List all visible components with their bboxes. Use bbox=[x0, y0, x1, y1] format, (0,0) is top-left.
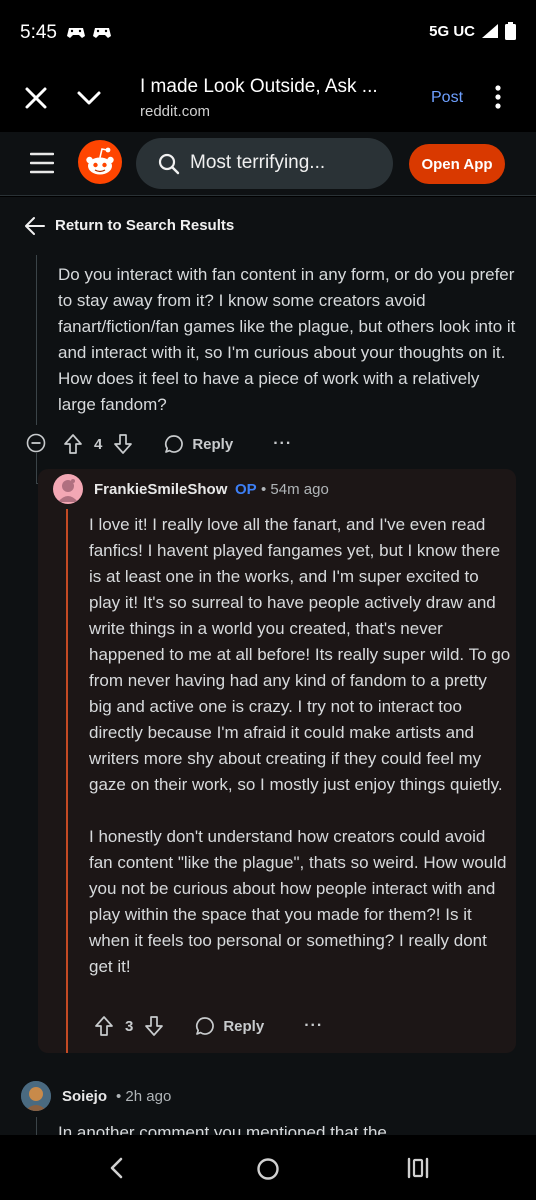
upvote-icon[interactable] bbox=[93, 1015, 115, 1037]
page-url: reddit.com bbox=[140, 103, 211, 120]
user-avatar-icon bbox=[58, 479, 78, 502]
reply-button[interactable]: Reply bbox=[195, 1016, 264, 1036]
search-query: Most terrifying... bbox=[190, 152, 326, 173]
op-thread-line bbox=[66, 509, 68, 1053]
system-recents-button[interactable] bbox=[406, 1157, 430, 1179]
comment-paragraph: I love it! I really love all the fanart,… bbox=[89, 515, 511, 794]
return-label: Return to Search Results bbox=[55, 217, 235, 234]
search-icon bbox=[158, 153, 180, 175]
home-circle-icon bbox=[257, 1158, 279, 1180]
system-navigation-bar bbox=[0, 1135, 536, 1200]
collapse-thread-button[interactable] bbox=[26, 433, 46, 453]
close-icon bbox=[25, 87, 47, 109]
comment-author[interactable]: Soiejo bbox=[62, 1088, 107, 1105]
op-comment-actions: 3 Reply ··· bbox=[93, 1012, 323, 1040]
comment-body: In another comment you mentioned that th… bbox=[58, 1123, 387, 1135]
reply-button[interactable]: Reply bbox=[164, 434, 233, 454]
notification-icons bbox=[66, 24, 112, 40]
network-label: 5G UC bbox=[429, 22, 475, 40]
reddit-snoo-icon bbox=[78, 140, 122, 184]
menu-icon bbox=[29, 152, 55, 174]
user-avatar-icon bbox=[21, 1081, 51, 1111]
vote-count: 4 bbox=[94, 435, 103, 453]
game-controller-icon bbox=[93, 28, 111, 38]
back-chevron-icon bbox=[110, 1157, 123, 1179]
more-vertical-icon bbox=[495, 85, 501, 109]
battery-icon bbox=[505, 22, 516, 40]
downvote-icon[interactable] bbox=[112, 433, 134, 455]
status-bar: 5:45 5G UC bbox=[0, 0, 536, 64]
close-button[interactable] bbox=[22, 84, 50, 112]
minimize-button[interactable] bbox=[74, 84, 104, 112]
recents-icon bbox=[407, 1157, 429, 1179]
browser-toolbar: I made Look Outside, Ask ... reddit.com … bbox=[0, 64, 536, 132]
op-comment-body: I love it! I really love all the fanart,… bbox=[89, 512, 511, 1006]
comment-bubble-icon bbox=[196, 1017, 215, 1035]
more-actions-button[interactable]: ··· bbox=[304, 1017, 323, 1035]
system-home-button[interactable] bbox=[256, 1157, 280, 1181]
comment-thread: Do you interact with fan content in any … bbox=[0, 255, 536, 1135]
reply-label: Reply bbox=[223, 1017, 265, 1035]
reddit-header: Most terrifying... Open App bbox=[0, 132, 536, 196]
thread-line bbox=[36, 255, 37, 425]
search-input[interactable]: Most terrifying... bbox=[136, 138, 393, 189]
more-options-button[interactable] bbox=[488, 82, 508, 112]
post-link[interactable]: Post bbox=[431, 89, 463, 107]
page-title: I made Look Outside, Ask ... bbox=[140, 76, 378, 97]
avatar[interactable] bbox=[21, 1081, 51, 1111]
comment-bubble-icon bbox=[165, 435, 184, 453]
reply-label: Reply bbox=[192, 435, 234, 453]
comment-timestamp: • 2h ago bbox=[116, 1088, 172, 1105]
thread-line bbox=[36, 453, 37, 483]
arrow-left-icon bbox=[25, 216, 45, 236]
signal-icon bbox=[482, 24, 498, 38]
thread-line bbox=[36, 1117, 37, 1135]
vote-count: 3 bbox=[125, 1017, 134, 1035]
parent-comment-body: Do you interact with fan content in any … bbox=[58, 265, 516, 414]
parent-comment-actions: 4 Reply ··· bbox=[62, 430, 292, 458]
status-indicators: 5G UC bbox=[429, 22, 516, 40]
system-back-button[interactable] bbox=[106, 1157, 128, 1179]
op-badge: OP bbox=[235, 481, 257, 498]
comment-timestamp: • 54m ago bbox=[261, 481, 329, 498]
downvote-icon[interactable] bbox=[143, 1015, 165, 1037]
comment-author[interactable]: FrankieSmileShow bbox=[94, 481, 227, 498]
chevron-down-icon bbox=[77, 91, 101, 105]
menu-button[interactable] bbox=[29, 152, 55, 174]
upvote-icon[interactable] bbox=[62, 433, 84, 455]
status-time: 5:45 bbox=[20, 22, 57, 43]
more-actions-button[interactable]: ··· bbox=[273, 435, 292, 453]
avatar[interactable] bbox=[53, 474, 83, 504]
reddit-logo[interactable] bbox=[78, 140, 122, 184]
collapse-icon bbox=[26, 433, 46, 453]
op-reply-comment: FrankieSmileShow OP • 54m ago I love it!… bbox=[38, 469, 516, 1053]
return-to-search-link[interactable]: Return to Search Results bbox=[0, 197, 536, 255]
comment-paragraph: I honestly don't understand how creators… bbox=[89, 827, 507, 976]
open-app-button[interactable]: Open App bbox=[409, 144, 505, 184]
game-controller-icon bbox=[67, 28, 85, 38]
